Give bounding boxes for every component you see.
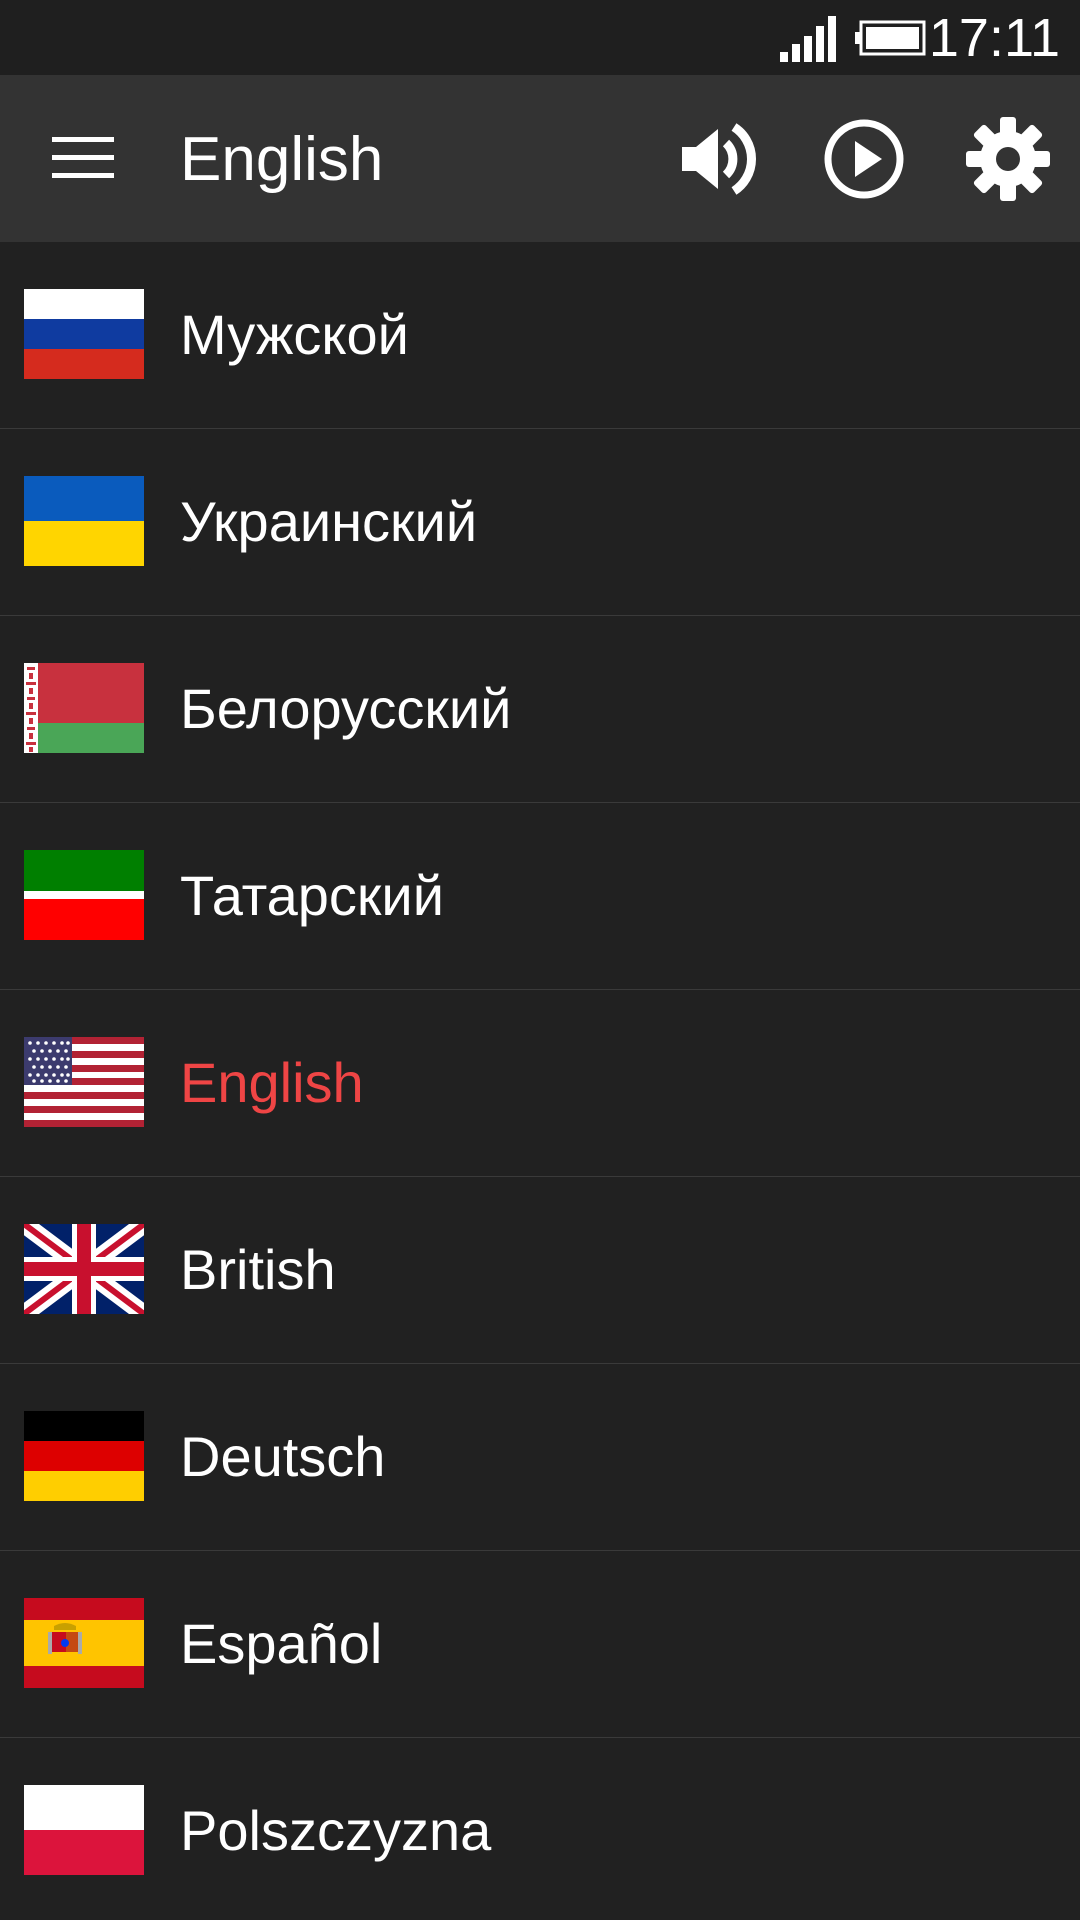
list-item-ukrainian[interactable]: Украинский xyxy=(0,429,1080,616)
signal-icon xyxy=(780,16,836,62)
tatarstan-flag-icon xyxy=(24,850,144,940)
language-label: Татарский xyxy=(180,864,444,927)
germany-flag-icon xyxy=(24,1411,144,1501)
list-item-spanish[interactable]: Español xyxy=(0,1551,1080,1738)
list-item-tatar[interactable]: Татарский xyxy=(0,803,1080,990)
language-list: Мужской Украинский Белорусский Татарский… xyxy=(0,242,1080,1920)
language-label: Мужской xyxy=(180,303,409,366)
poland-flag-icon xyxy=(24,1785,144,1875)
ukraine-flag-icon xyxy=(24,476,144,566)
status-time: 17:11 xyxy=(928,8,1060,68)
spain-flag-icon xyxy=(24,1598,144,1688)
list-item-english[interactable]: English xyxy=(0,990,1080,1177)
list-item-german[interactable]: Deutsch xyxy=(0,1364,1080,1551)
language-label: Украинский xyxy=(180,490,478,553)
toolbar-title: English xyxy=(180,125,384,194)
toolbar: English xyxy=(0,75,1080,242)
language-label-selected: English xyxy=(180,1051,364,1114)
language-label: Белорусский xyxy=(180,677,512,740)
status-bar: 17:11 xyxy=(0,0,1080,75)
list-item-british[interactable]: British xyxy=(0,1177,1080,1364)
language-label: Deutsch xyxy=(180,1425,386,1488)
play-icon[interactable] xyxy=(822,117,906,201)
battery-icon xyxy=(855,20,926,56)
menu-icon[interactable] xyxy=(52,135,116,181)
list-item-belarusian[interactable]: Белорусский xyxy=(0,616,1080,803)
belarus-flag-icon xyxy=(24,663,144,753)
uk-flag-icon xyxy=(24,1224,144,1314)
language-label: Polszczyzna xyxy=(180,1799,492,1862)
language-label: Español xyxy=(180,1612,383,1675)
usa-flag-icon xyxy=(24,1037,144,1127)
russia-flag-icon xyxy=(24,289,144,379)
volume-icon[interactable] xyxy=(678,117,762,201)
list-item-polish[interactable]: Polszczyzna xyxy=(0,1738,1080,1920)
settings-icon[interactable] xyxy=(966,117,1050,201)
language-label: British xyxy=(180,1238,336,1301)
list-item-russian[interactable]: Мужской xyxy=(0,242,1080,429)
